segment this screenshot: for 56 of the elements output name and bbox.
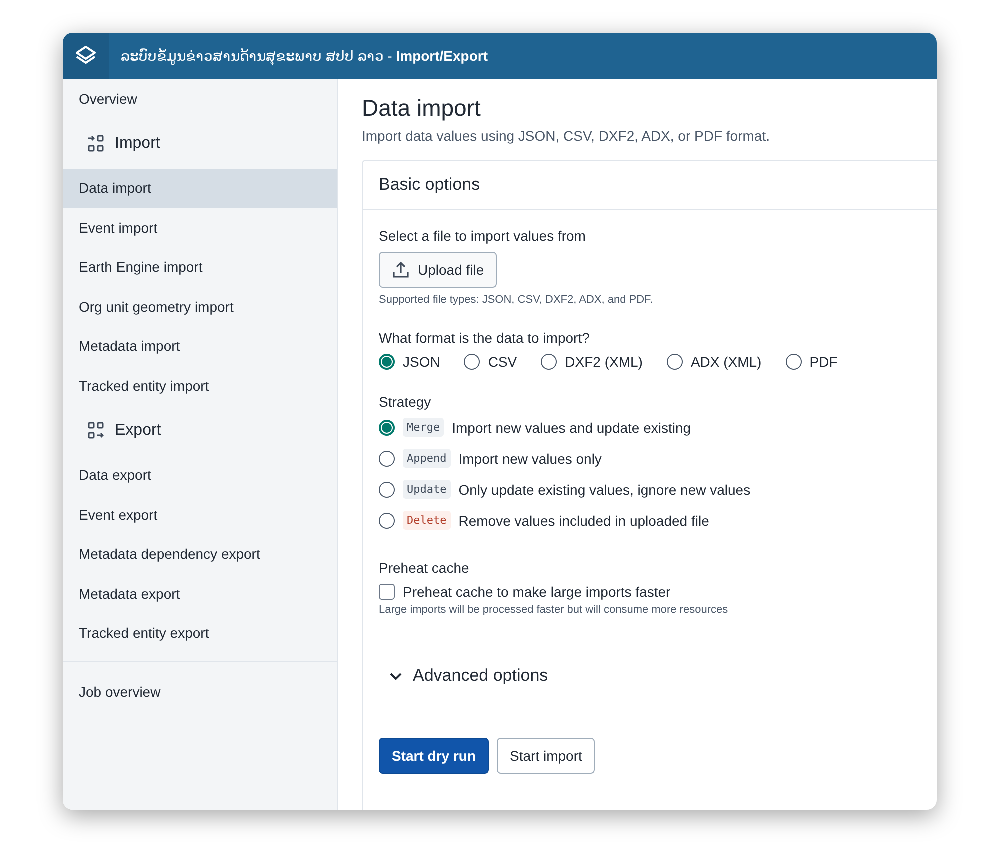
strategy-code: Merge [403, 418, 444, 437]
dry-run-button[interactable]: Start dry run [379, 738, 490, 774]
sidebar-item[interactable]: Metadata import [63, 326, 337, 366]
help-text: Large imports will be processed faster but will consume more resources [379, 604, 730, 616]
sidebar-item[interactable]: Event import [63, 208, 337, 248]
card-title: Basic options [363, 161, 937, 210]
sidebar-item[interactable]: Data export [63, 456, 337, 495]
field-label: Select a file to import values from [379, 228, 587, 244]
import-icon [87, 134, 105, 152]
field-label: Preheat cache [379, 560, 470, 576]
app-title: ລະບົບຂໍ້ມູນຂ່າວສານດ້ານສຸຂະພາບ ສປປ ລາວ - Import/Export [120, 48, 488, 64]
radio-button[interactable] [379, 420, 395, 436]
radio-option[interactable]: PDF [786, 354, 838, 370]
sidebar-item[interactable]: Org unit geometry import [63, 287, 337, 326]
radio-button[interactable] [541, 354, 558, 370]
advanced-options-toggle[interactable]: Advanced options [379, 666, 921, 686]
sidebar-item[interactable]: Tracked entity export [63, 614, 337, 653]
sidebar-item[interactable]: Job overview [63, 672, 337, 712]
sidebar-item[interactable]: Earth Engine import [63, 248, 337, 287]
export-icon [87, 422, 105, 440]
page-title: Data import [362, 95, 482, 122]
radio-button[interactable] [379, 512, 395, 528]
page-subtitle: Import data values using JSON, CSV, DXF2, ADX, or PDF format. [362, 128, 771, 144]
radio-button[interactable] [786, 354, 802, 370]
option-label: Import new values only [458, 450, 602, 466]
checkbox-label: Preheat cache to make large imports faster [403, 584, 671, 600]
sidebar-item[interactable]: Tracked entity import [63, 366, 337, 406]
sidebar-item[interactable]: Data import [63, 168, 337, 208]
field-label: Strategy [379, 394, 432, 410]
sidebar-item[interactable]: Metadata dependency export [63, 534, 337, 574]
option-label: Remove values included in uploaded file [458, 512, 710, 528]
upload-icon [392, 261, 410, 279]
radio-option[interactable]: ADX (XML) [666, 354, 762, 370]
radio-button[interactable] [666, 354, 683, 370]
strategy-code: Update [403, 480, 451, 499]
section-heading: Import [115, 134, 160, 152]
checkbox[interactable] [379, 584, 395, 600]
sidebar-item[interactable]: Event export [63, 495, 337, 534]
radio-button[interactable] [379, 354, 395, 370]
radio-option[interactable]: JSON [379, 354, 440, 370]
radio-option[interactable]: DXF2 (XML) [541, 354, 643, 370]
upload-button[interactable]: Upload file [379, 252, 498, 288]
help-text: Supported file types: JSON, CSV, DXF2, ADX, and PDF. [379, 294, 654, 306]
sidebar-item[interactable]: Metadata export [63, 574, 337, 614]
option-label: Only update existing values, ignore new values [458, 482, 751, 498]
strategy-code: Delete [403, 511, 451, 530]
field-label: What format is the data to import? [379, 330, 591, 346]
import-button[interactable]: Start import [497, 738, 596, 774]
strategy-code: Append [403, 449, 451, 468]
radio-button[interactable] [464, 354, 480, 370]
radio-option[interactable]: CSV [464, 354, 518, 370]
radio-button[interactable] [379, 482, 395, 498]
radio-button[interactable] [379, 450, 395, 466]
section-heading: Export [115, 422, 162, 440]
option-label: Import new values and update existing [452, 420, 692, 436]
sidebar-item[interactable]: Overview [63, 79, 337, 118]
